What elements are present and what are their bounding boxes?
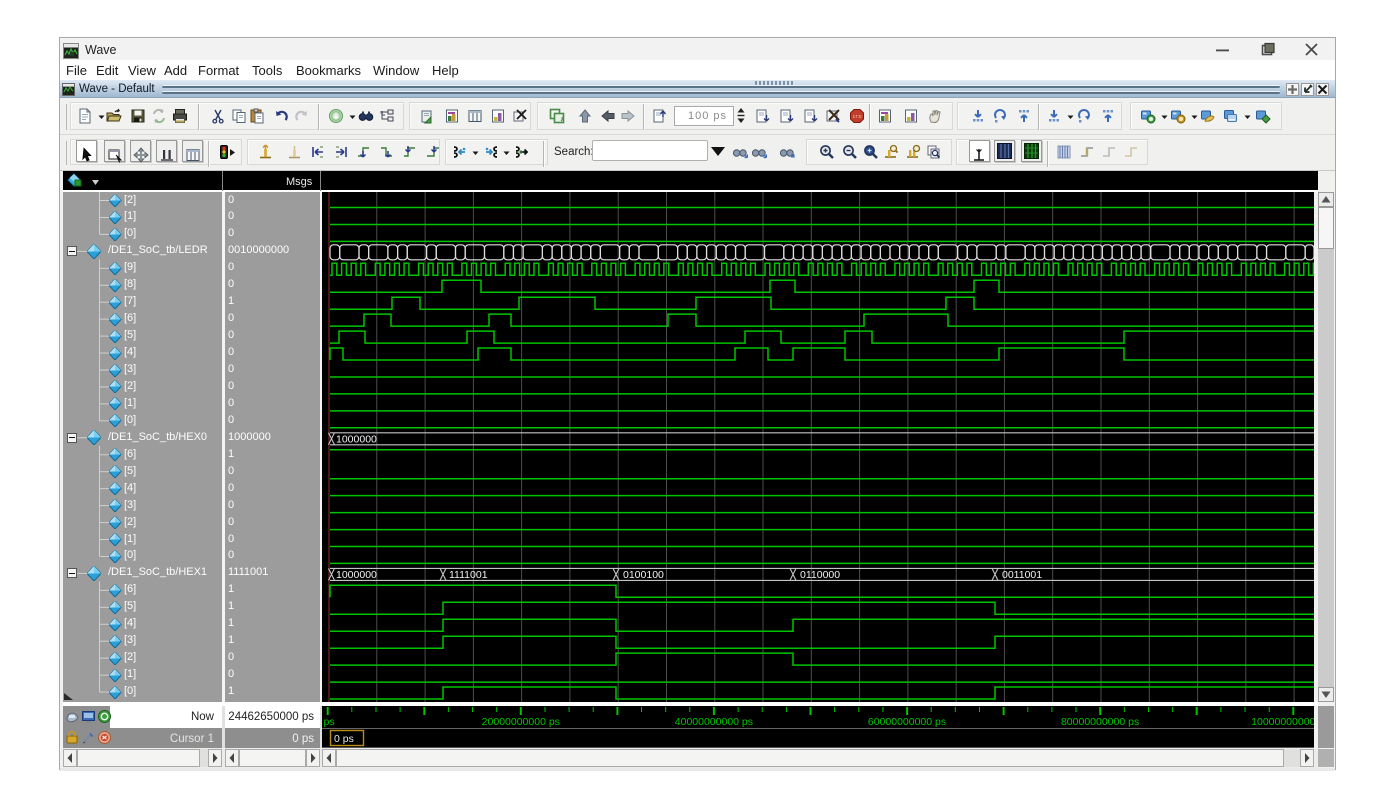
svg-text:17:0: 17:0 (853, 114, 862, 119)
svg-text:1111001: 1111001 (449, 569, 488, 581)
svg-text:1000000: 1000000 (336, 433, 377, 445)
svg-text:40000000000 ps: 40000000000 ps (675, 716, 753, 728)
svg-text:20000000000 ps: 20000000000 ps (482, 716, 560, 728)
svg-text:60000000000 ps: 60000000000 ps (868, 716, 946, 728)
svg-text:0011001: 0011001 (1002, 569, 1042, 581)
svg-text:0 ps: 0 ps (334, 733, 354, 745)
svg-text:1000000: 1000000 (336, 569, 377, 581)
svg-text:0 ps: 0 ps (322, 716, 335, 728)
svg-text:0100100: 0100100 (623, 569, 664, 581)
svg-text:100000000000 ps: 100000000000 ps (1251, 716, 1314, 728)
svg-text:0110000: 0110000 (800, 569, 840, 581)
svg-text:80000000000 ps: 80000000000 ps (1061, 716, 1139, 728)
